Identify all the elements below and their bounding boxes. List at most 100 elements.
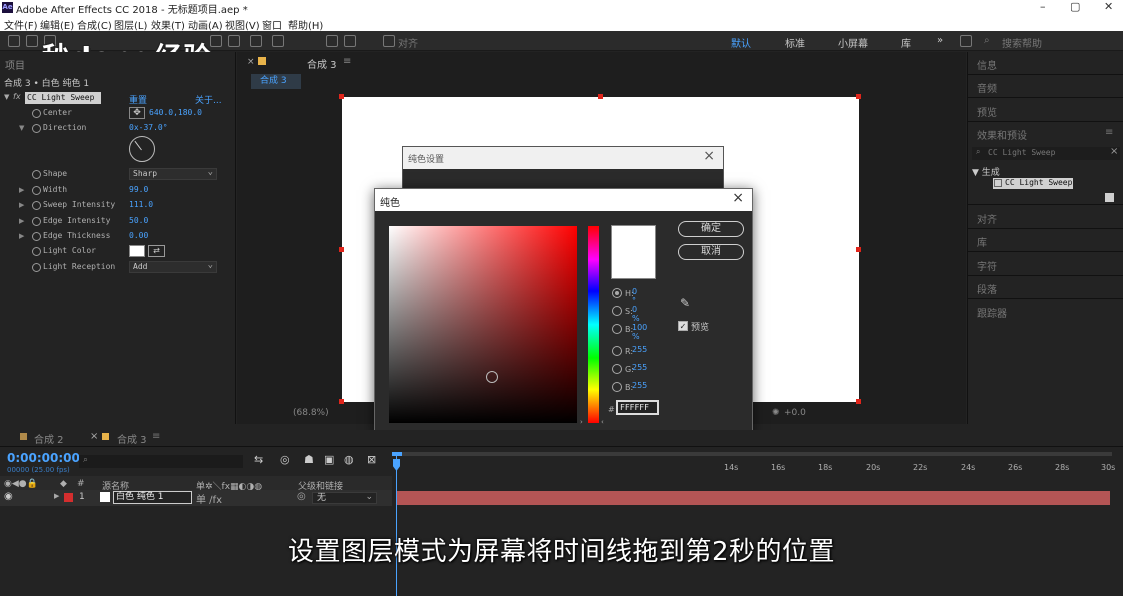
exposure-value[interactable]: +0.0: [784, 408, 806, 418]
group-generate[interactable]: ▼ 生成: [972, 165, 1000, 178]
subtab-composition[interactable]: 合成 3: [251, 74, 301, 89]
roto-tool-icon[interactable]: [272, 35, 284, 47]
tab-menu-icon[interactable]: ≡: [343, 56, 351, 67]
draft-3d-icon[interactable]: ◎: [280, 453, 290, 466]
stopwatch-icon[interactable]: [32, 247, 41, 256]
prop-value[interactable]: 0.00: [129, 231, 148, 240]
new-folder-icon[interactable]: [1105, 193, 1114, 202]
layer-handle[interactable]: [339, 247, 344, 252]
frame-blend-icon[interactable]: ▣: [324, 453, 334, 466]
light-color-swatch[interactable]: [129, 245, 145, 257]
layer-handle[interactable]: [856, 247, 861, 252]
panel-menu-icon[interactable]: ≡: [1105, 127, 1113, 138]
playhead[interactable]: [396, 453, 397, 596]
layer-handle[interactable]: [598, 94, 603, 99]
close-button[interactable]: ✕: [1104, 0, 1113, 13]
workspace-default[interactable]: 默认: [731, 35, 751, 50]
menu-composition[interactable]: 合成(C): [77, 17, 112, 32]
layer-handle[interactable]: [856, 399, 861, 404]
panel-tracker[interactable]: 跟踪器: [977, 305, 1007, 320]
stamp-tool-icon[interactable]: [228, 35, 240, 47]
cancel-button[interactable]: 取消: [678, 244, 744, 260]
comp-flowchart-icon[interactable]: ⇆: [254, 453, 263, 466]
panel-align[interactable]: 对齐: [977, 211, 997, 226]
prop-value[interactable]: 50.0: [129, 216, 148, 225]
prop-value[interactable]: 640.0,180.0: [149, 108, 202, 117]
sync-icon[interactable]: [960, 35, 972, 47]
effect-list-item[interactable]: CC Light Sweep: [993, 178, 1073, 189]
solid-dialog-close-icon[interactable]: ×: [703, 148, 715, 164]
maximize-button[interactable]: ▢: [1070, 0, 1080, 13]
ok-button[interactable]: 确定: [678, 221, 744, 237]
panel-effects-presets[interactable]: 效果和预设: [977, 127, 1027, 142]
menu-view[interactable]: 视图(V): [225, 17, 260, 32]
menu-edit[interactable]: 编辑(E): [40, 17, 74, 32]
stopwatch-icon[interactable]: [32, 263, 41, 272]
stopwatch-icon[interactable]: [32, 232, 41, 241]
stopwatch-icon[interactable]: [32, 186, 41, 195]
saturation-brightness-field[interactable]: [389, 226, 577, 423]
tab-comp-2[interactable]: 合成 2: [34, 431, 64, 446]
hex-input[interactable]: FFFFFF: [616, 400, 659, 415]
selection-tool-icon[interactable]: [8, 35, 20, 47]
workspace-library[interactable]: 库: [901, 35, 911, 50]
stopwatch-icon[interactable]: [32, 170, 41, 179]
current-timecode[interactable]: 0:00:00:00: [7, 451, 80, 465]
crosshair-icon[interactable]: ✥: [129, 107, 145, 119]
stopwatch-icon[interactable]: [32, 201, 41, 210]
close-icon[interactable]: ×: [90, 431, 98, 442]
work-area-bar[interactable]: [392, 452, 1112, 456]
tab-menu-icon[interactable]: ≡: [152, 431, 160, 442]
effects-search-input[interactable]: ⌕ CC Light Sweep ×: [972, 146, 1120, 160]
parent-dropdown[interactable]: 无 ⌄: [312, 492, 377, 504]
shape-dropdown[interactable]: Sharp: [129, 167, 217, 180]
exposure-icon[interactable]: ✺: [772, 408, 780, 418]
layer-switches-icon[interactable]: 单 ∕fx: [196, 491, 222, 506]
menu-layer[interactable]: 图层(L): [114, 17, 147, 32]
snap-checkbox[interactable]: [383, 35, 395, 47]
shy-icon[interactable]: ☗: [304, 453, 314, 466]
fx-icon[interactable]: fx: [13, 92, 21, 101]
zoom-level[interactable]: (68.8%): [293, 408, 329, 418]
hand-tool-icon[interactable]: [26, 35, 38, 47]
clear-search-icon[interactable]: ×: [1110, 146, 1118, 157]
expand-icon[interactable]: ▶: [19, 201, 24, 209]
expand-icon[interactable]: ▶: [19, 232, 24, 240]
tab-composition[interactable]: 合成 3: [307, 56, 337, 71]
prop-value[interactable]: 0x-37.0°: [129, 123, 168, 132]
effect-name-label[interactable]: CC Light Sweep: [25, 92, 101, 104]
work-area-start[interactable]: [392, 452, 402, 456]
expand-icon[interactable]: ▶: [19, 217, 24, 225]
prop-value[interactable]: 111.0: [129, 200, 153, 209]
pickwhip-icon[interactable]: ◎: [297, 491, 306, 502]
expand-icon[interactable]: ▶: [19, 186, 24, 194]
grid-icon[interactable]: [326, 35, 338, 47]
menu-help[interactable]: 帮助(H): [288, 17, 323, 32]
reset-link[interactable]: 重置: [129, 93, 147, 106]
graph-editor-icon[interactable]: ⊠: [367, 453, 376, 466]
layer-expand-icon[interactable]: ▶: [54, 492, 59, 500]
tab-project[interactable]: 项目: [5, 57, 25, 72]
workspace-more-icon[interactable]: »: [937, 35, 943, 46]
about-link[interactable]: 关于...: [195, 93, 222, 106]
close-icon[interactable]: ×: [247, 57, 255, 67]
preview-checkbox[interactable]: ✓: [678, 321, 688, 331]
panel-character[interactable]: 字符: [977, 258, 997, 273]
angle-dial[interactable]: [129, 136, 155, 162]
panel-library[interactable]: 库: [977, 234, 987, 249]
menu-effect[interactable]: 效果(T): [151, 17, 185, 32]
layer-label-color[interactable]: [64, 493, 73, 502]
menu-window[interactable]: 窗口: [262, 17, 282, 32]
search-help-input[interactable]: 搜索帮助: [1002, 35, 1042, 50]
layer-name-input[interactable]: 白色 纯色 1: [113, 491, 192, 504]
layer-row[interactable]: ◉ ▶ 1 白色 纯色 1 单 ∕fx ◎ 无 ⌄: [0, 490, 392, 506]
playhead-handle[interactable]: [393, 459, 400, 471]
axis-icon[interactable]: [344, 35, 356, 47]
puppet-tool-icon[interactable]: [250, 35, 262, 47]
menu-animation[interactable]: 动画(A): [188, 17, 223, 32]
color-dialog-close-icon[interactable]: ×: [732, 190, 744, 206]
layer-handle[interactable]: [339, 399, 344, 404]
stopwatch-icon[interactable]: [32, 217, 41, 226]
workspace-standard[interactable]: 标准: [785, 35, 805, 50]
tab-comp-3[interactable]: 合成 3: [117, 431, 147, 446]
